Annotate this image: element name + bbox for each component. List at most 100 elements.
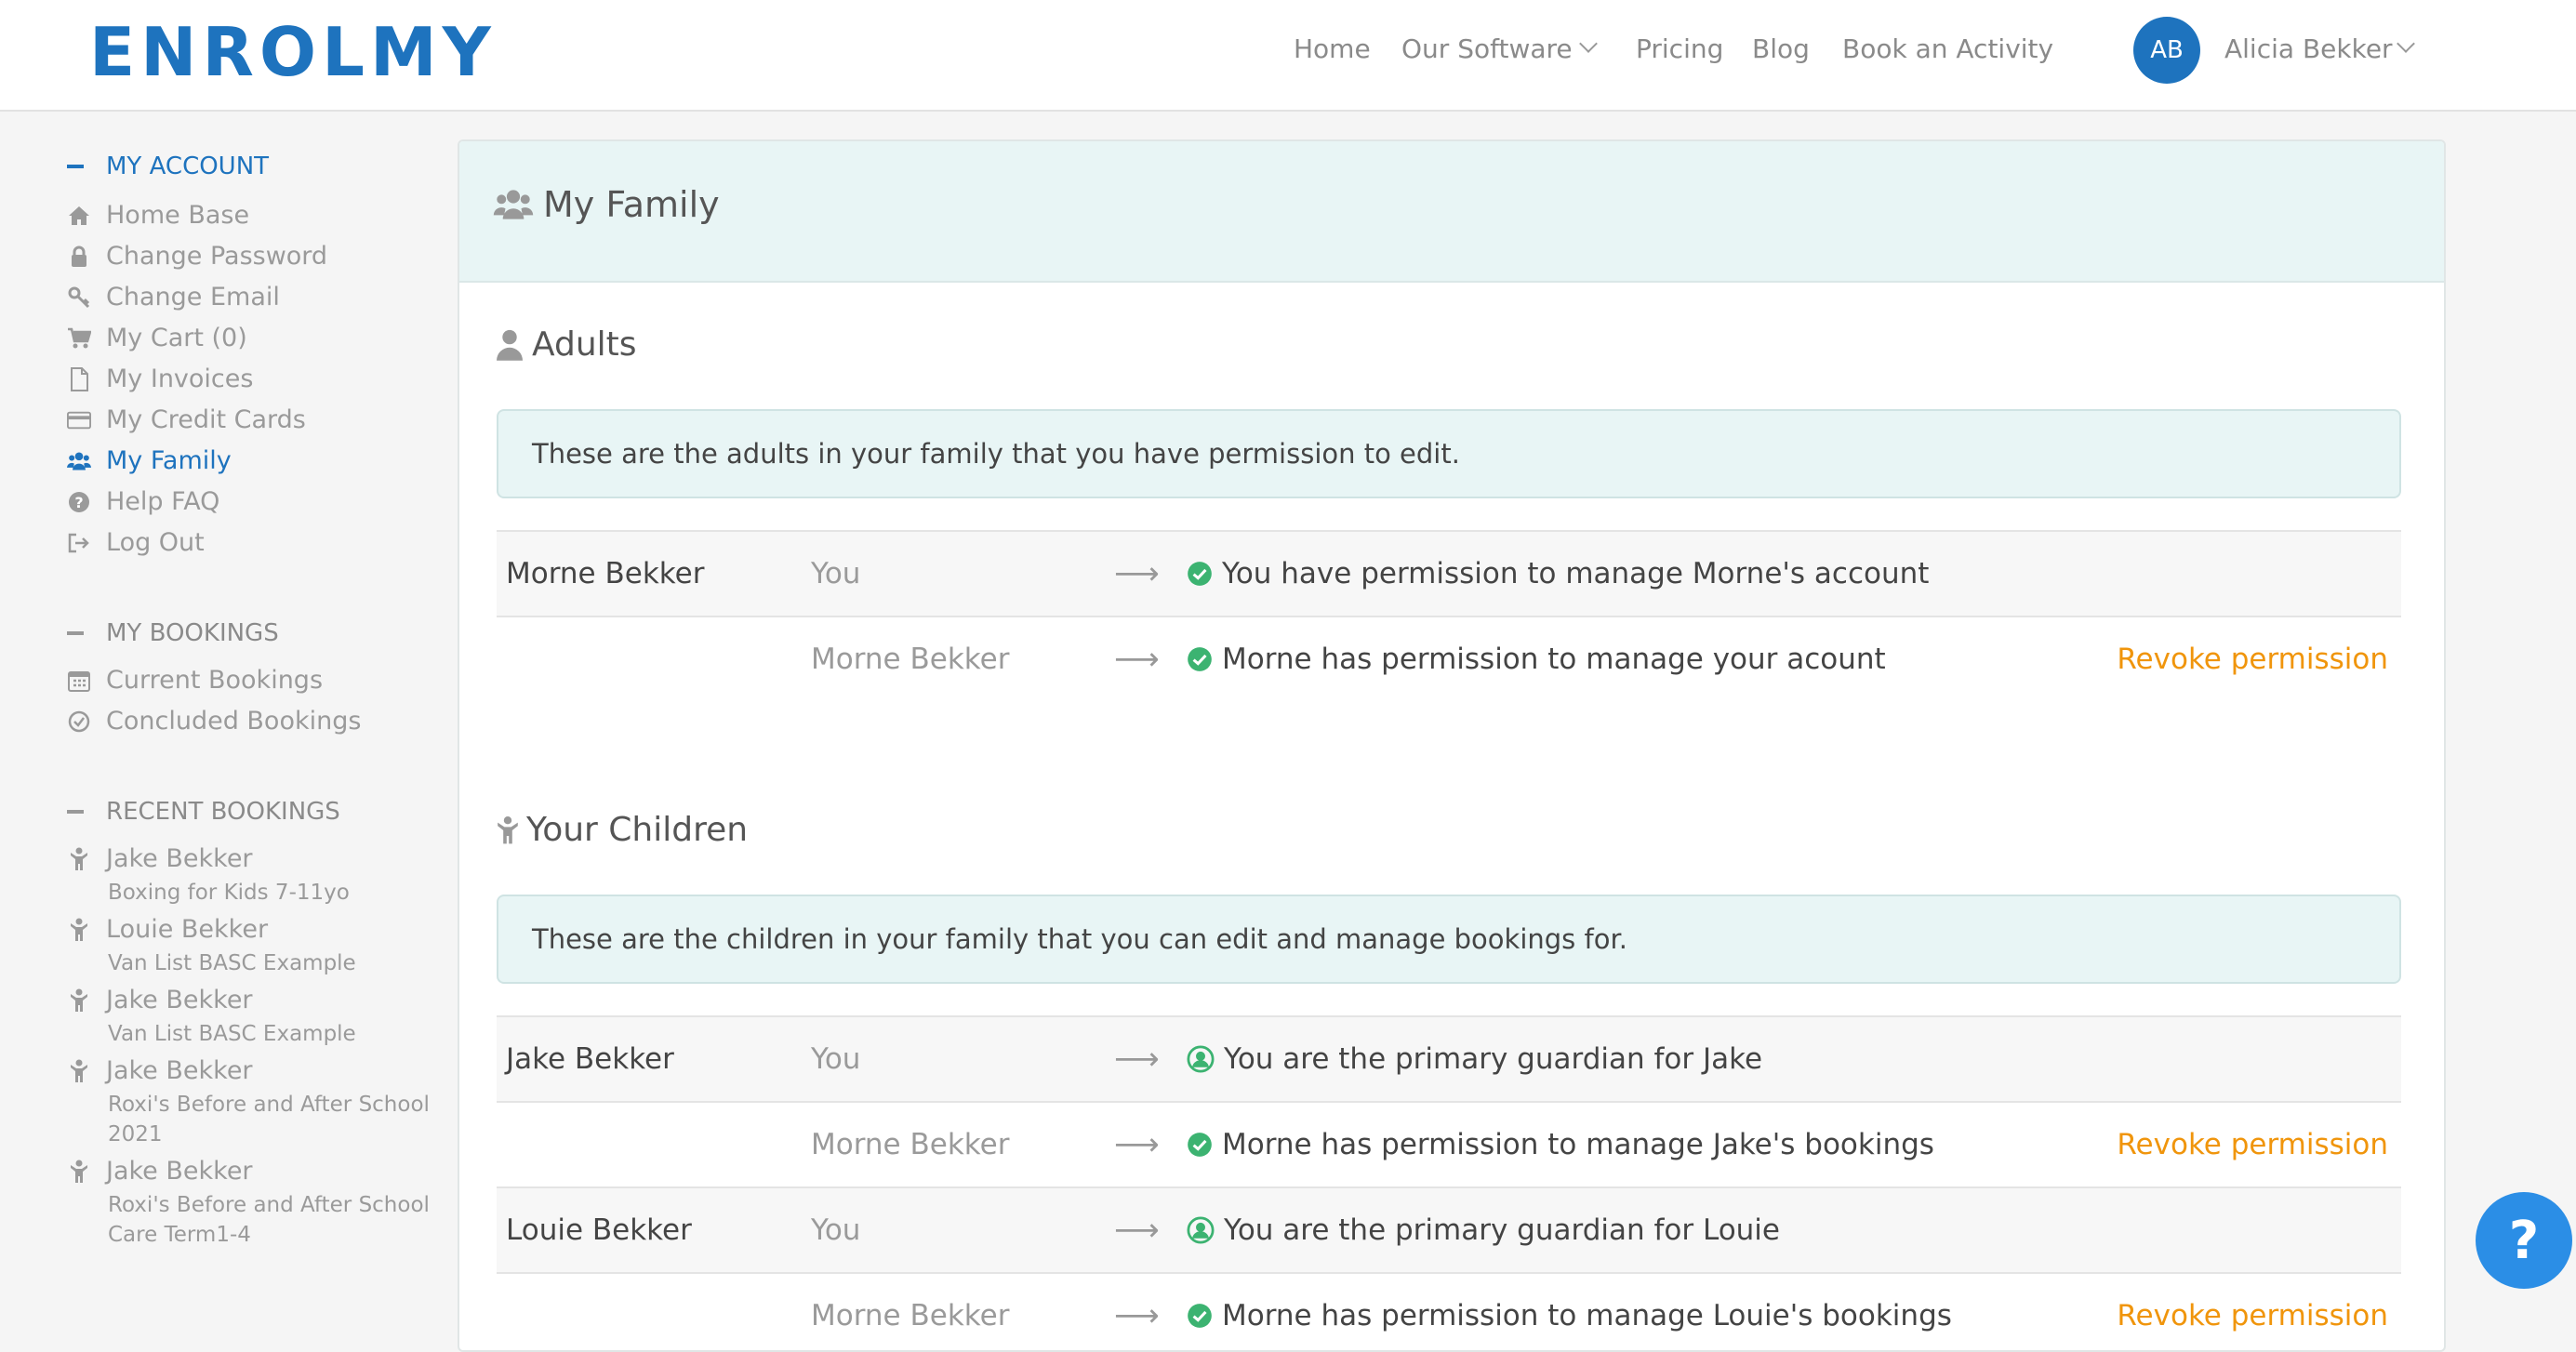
adults-section-title: Adults [497, 325, 637, 364]
sidebar-item-home-base[interactable]: Home Base [67, 201, 249, 230]
permission-description: You are the primary guardian for Louie [1187, 1188, 1780, 1272]
check-circle-icon [67, 709, 91, 734]
sidebar-item-change-password[interactable]: Change Password [67, 242, 327, 271]
my-family-panel: My Family Adults These are the adults in… [458, 139, 2446, 1352]
credit-card-icon [67, 408, 91, 432]
user-icon [497, 329, 523, 361]
recent-booking-activity: Van List BASC Example [108, 1022, 356, 1046]
arrow-right-icon: ⟶ [1114, 555, 1160, 592]
member-name: Louie Bekker [506, 1213, 692, 1247]
adults-info-box: These are the adults in your family that… [497, 409, 2401, 498]
guardian-icon [1187, 1045, 1215, 1073]
sidebar-item-change-email[interactable]: Change Email [67, 283, 280, 311]
page-title: My Family [493, 184, 720, 225]
child-icon [67, 847, 91, 871]
check-circle-icon [1187, 561, 1213, 587]
permission-description: Morne has permission to manage Jake's bo… [1187, 1103, 1934, 1186]
collapse-icon [67, 810, 84, 814]
user-menu-chevron-icon[interactable] [2397, 34, 2415, 53]
recent-bookings-heading[interactable]: RECENT BOOKINGS [67, 798, 340, 826]
cart-icon [67, 326, 91, 351]
recent-booking-activity: Roxi's Before and After School [108, 1093, 430, 1117]
panel-header: My Family [459, 141, 2444, 283]
users-icon [67, 449, 91, 473]
child-icon [67, 1160, 91, 1184]
sidebar-item-log-out[interactable]: Log Out [67, 528, 205, 557]
sidebar-item-current-bookings[interactable]: Current Bookings [67, 666, 323, 695]
key-icon [67, 285, 91, 310]
permission-description: You are the primary guardian for Jake [1187, 1017, 1762, 1101]
collapse-icon [67, 631, 84, 635]
grantee: You [811, 557, 861, 590]
my-bookings-heading[interactable]: MY BOOKINGS [67, 619, 279, 647]
grantee: Morne Bekker [811, 1299, 1010, 1332]
help-button[interactable]: ? [2476, 1192, 2572, 1289]
recent-booking-name[interactable]: Jake Bekker [67, 1157, 253, 1186]
enrolmy-logo[interactable]: ENROLMY [89, 19, 497, 86]
sidebar-item-my-credit-cards[interactable]: My Credit Cards [67, 405, 306, 434]
table-row: Louie Bekker You ⟶ You are the primary g… [497, 1186, 2401, 1272]
nav-home[interactable]: Home [1294, 33, 1371, 64]
recent-booking-name[interactable]: Jake Bekker [67, 844, 253, 873]
user-menu-name[interactable]: Alicia Bekker [2224, 33, 2393, 64]
permission-description: Morne has permission to manage Louie's b… [1187, 1274, 1952, 1350]
arrow-right-icon: ⟶ [1114, 1041, 1160, 1078]
sidebar-item-my-invoices[interactable]: My Invoices [67, 365, 253, 393]
sign-out-icon [67, 531, 91, 555]
children-section-title: Your Children [497, 811, 748, 849]
users-icon [493, 189, 534, 220]
recent-booking-name[interactable]: Jake Bekker [67, 986, 253, 1014]
check-circle-icon [1187, 1132, 1213, 1158]
revoke-permission-link[interactable]: Revoke permission [2117, 617, 2388, 701]
children-info-box: These are the children in your family th… [497, 895, 2401, 984]
sidebar-item-my-family[interactable]: My Family [67, 446, 232, 475]
avatar[interactable]: AB [2133, 17, 2200, 84]
nav-book-activity[interactable]: Book an Activity [1842, 33, 2053, 64]
child-icon [67, 918, 91, 942]
table-row: Morne Bekker ⟶ Morne has permission to m… [497, 1272, 2401, 1350]
child-icon [67, 988, 91, 1013]
child-icon [67, 1059, 91, 1083]
check-circle-icon [1187, 646, 1213, 672]
arrow-right-icon: ⟶ [1114, 1212, 1160, 1249]
arrow-right-icon: ⟶ [1114, 1126, 1160, 1163]
recent-booking-name[interactable]: Jake Bekker [67, 1056, 253, 1085]
chevron-down-icon[interactable] [1579, 34, 1598, 53]
recent-booking-activity: Van List BASC Example [108, 951, 356, 975]
sidebar-item-my-cart[interactable]: My Cart (0) [67, 324, 247, 352]
table-row: Morne Bekker You ⟶ You have permission t… [497, 530, 2401, 616]
revoke-permission-link[interactable]: Revoke permission [2117, 1103, 2388, 1186]
nav-blog[interactable]: Blog [1752, 33, 1810, 64]
grantee: You [811, 1042, 861, 1076]
recent-booking-name[interactable]: Louie Bekker [67, 915, 268, 944]
home-icon [67, 204, 91, 228]
guardian-icon [1187, 1216, 1215, 1244]
recent-booking-activity: 2021 [108, 1122, 163, 1147]
revoke-permission-link[interactable]: Revoke permission [2117, 1274, 2388, 1350]
recent-booking-activity: Boxing for Kids 7-11yo [108, 881, 350, 905]
svg-text:?: ? [74, 494, 83, 511]
top-header: ENROLMY Home Our Software Pricing Blog B… [0, 0, 2576, 112]
sidebar-item-concluded-bookings[interactable]: Concluded Bookings [67, 707, 361, 736]
question-circle-icon: ? [67, 490, 91, 514]
table-row: Morne Bekker ⟶ Morne has permission to m… [497, 616, 2401, 701]
check-circle-icon [1187, 1303, 1213, 1329]
recent-booking-activity: Care Term1-4 [108, 1223, 251, 1247]
arrow-right-icon: ⟶ [1114, 1297, 1160, 1334]
lock-icon [67, 245, 91, 269]
grantee: Morne Bekker [811, 1128, 1010, 1161]
collapse-icon [67, 165, 84, 168]
calendar-icon [67, 669, 91, 693]
nav-our-software[interactable]: Our Software [1401, 33, 1573, 64]
sidebar-item-help-faq[interactable]: ? Help FAQ [67, 487, 219, 516]
nav-pricing[interactable]: Pricing [1636, 33, 1723, 64]
my-account-heading[interactable]: MY ACCOUNT [67, 152, 269, 180]
child-icon [497, 815, 519, 846]
grantee: You [811, 1213, 861, 1247]
permission-description: Morne has permission to manage your acou… [1187, 617, 1886, 701]
file-icon [67, 366, 91, 391]
table-row: Jake Bekker You ⟶ You are the primary gu… [497, 1015, 2401, 1101]
table-row: Morne Bekker ⟶ Morne has permission to m… [497, 1101, 2401, 1186]
recent-booking-activity: Roxi's Before and After School [108, 1193, 430, 1217]
grantee: Morne Bekker [811, 643, 1010, 676]
